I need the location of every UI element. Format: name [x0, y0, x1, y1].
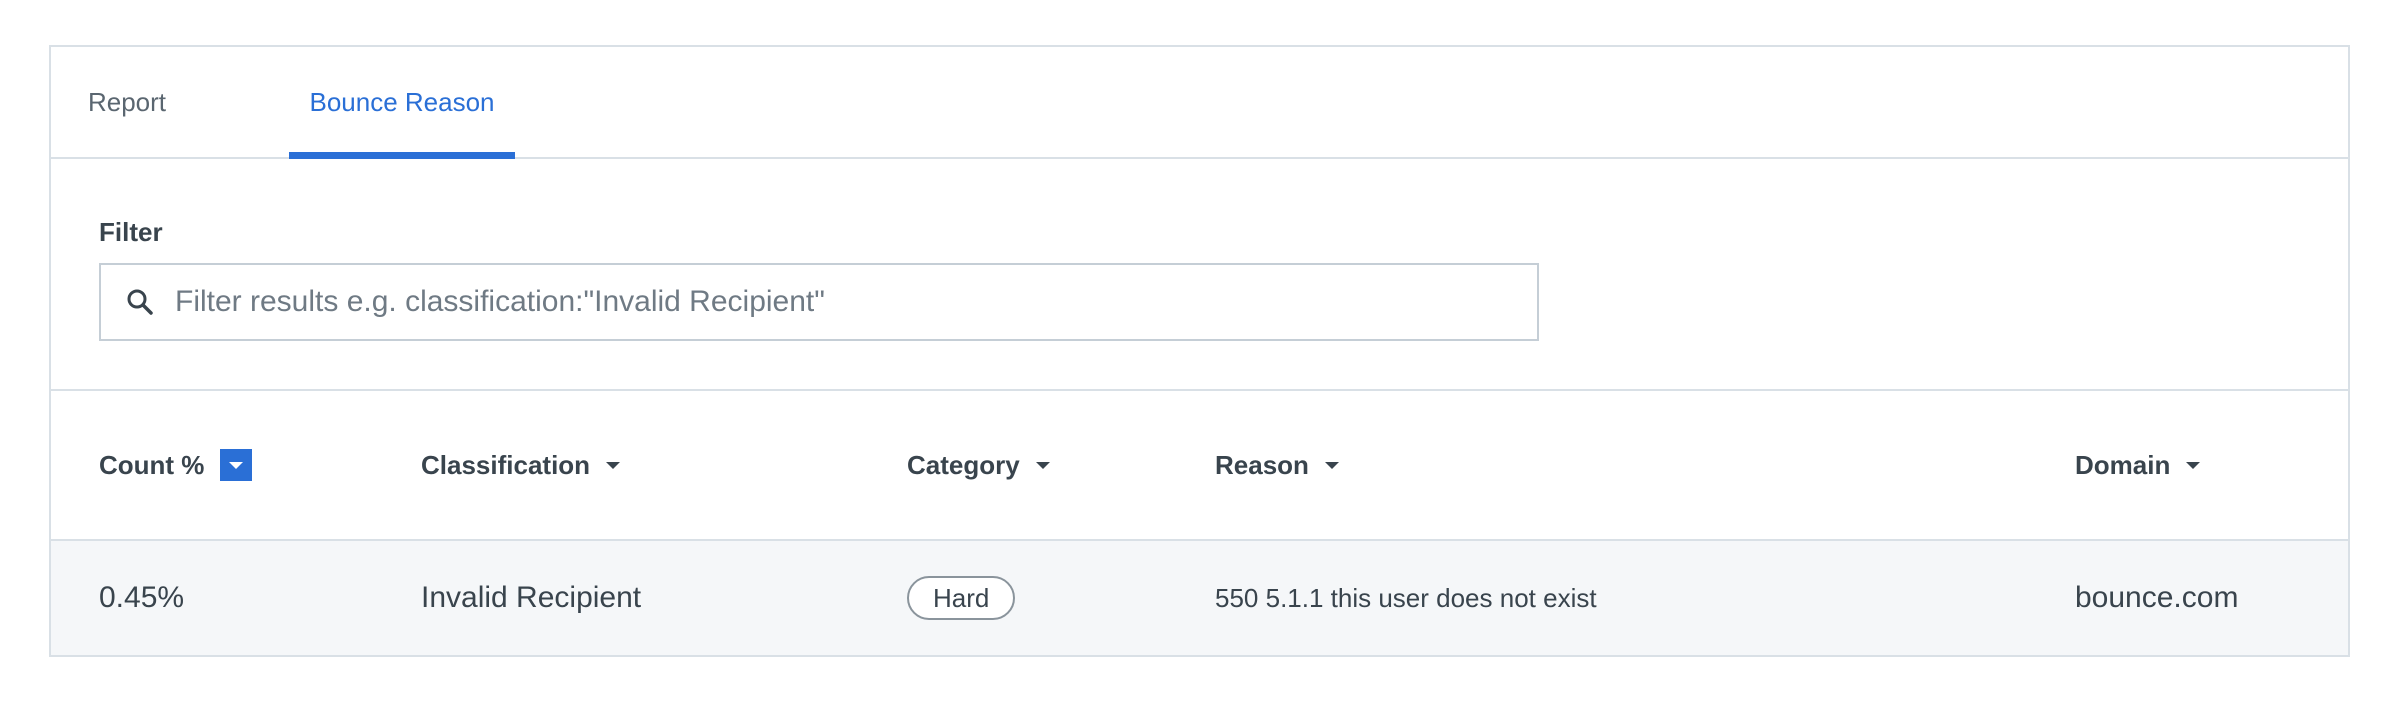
chevron-down-icon: [1035, 461, 1050, 469]
sort-desc-icon[interactable]: [220, 449, 253, 481]
filter-field[interactable]: [99, 263, 1539, 341]
cell-count: 0.45%: [99, 581, 185, 614]
chevron-down-icon: [606, 461, 621, 469]
column-header-classification-label: Classification: [421, 449, 591, 480]
bounce-report-panel: Report Bounce Reason Filter Count % Clas…: [49, 45, 2350, 657]
column-header-reason-label: Reason: [1215, 449, 1309, 480]
search-icon: [125, 287, 155, 317]
column-header-count-label: Count %: [99, 449, 205, 480]
cell-reason: 550 5.1.1 this user does not exist: [1215, 582, 1597, 613]
column-header-reason[interactable]: Reason: [1215, 391, 1339, 539]
tab-report[interactable]: Report: [57, 47, 197, 157]
tab-bounce-reason-label: Bounce Reason: [309, 86, 495, 117]
tab-bar: Report Bounce Reason: [51, 47, 2348, 159]
column-header-category[interactable]: Category: [907, 391, 1050, 539]
column-header-domain-label: Domain: [2075, 449, 2171, 480]
column-header-classification[interactable]: Classification: [421, 391, 621, 539]
chevron-down-icon: [2186, 461, 2201, 469]
cell-domain: bounce.com: [2075, 581, 2239, 614]
column-header-count[interactable]: Count %: [99, 391, 253, 539]
filter-label: Filter: [99, 217, 163, 247]
category-badge: Hard: [907, 576, 1016, 620]
tab-bounce-reason[interactable]: Bounce Reason: [289, 47, 515, 159]
column-header-domain[interactable]: Domain: [2075, 391, 2201, 539]
table-row[interactable]: 0.45% Invalid Recipient Hard 550 5.1.1 t…: [51, 541, 2348, 655]
cell-classification: Invalid Recipient: [421, 581, 642, 614]
filter-input[interactable]: [173, 284, 1477, 320]
table-header: Count % Classification Category Reason D…: [51, 391, 2348, 541]
tab-report-label: Report: [87, 86, 167, 117]
chevron-down-icon: [1324, 461, 1339, 469]
cell-category: Hard: [907, 541, 1016, 655]
column-header-category-label: Category: [907, 449, 1020, 480]
